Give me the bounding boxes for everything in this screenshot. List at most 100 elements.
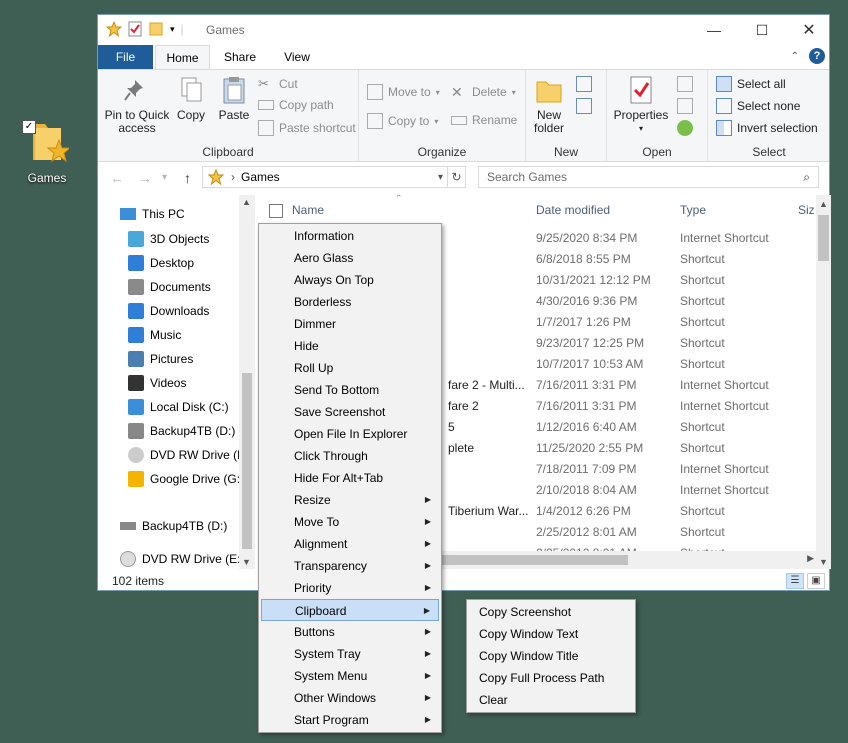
address-box[interactable]: › Games ▾ bbox=[202, 166, 448, 188]
star-icon[interactable] bbox=[106, 21, 122, 37]
paste-shortcut-button[interactable]: Paste shortcut bbox=[258, 120, 356, 136]
menu-item-buttons[interactable]: Buttons ▶ bbox=[261, 621, 439, 643]
desktop-icon-games[interactable]: ✓ Games bbox=[20, 118, 74, 185]
scroll-right-icon[interactable]: ▶ bbox=[807, 553, 814, 564]
nav-item[interactable]: Music bbox=[128, 327, 181, 343]
close-button[interactable]: ✕ bbox=[786, 15, 832, 45]
breadcrumb-games[interactable]: Games bbox=[241, 170, 280, 184]
nav-this-pc[interactable]: This PC bbox=[120, 207, 185, 221]
menu-item-start-program[interactable]: Start Program ▶ bbox=[261, 709, 439, 731]
nav-scroll-up-icon[interactable]: ▲ bbox=[242, 197, 251, 207]
menu-item-alignment[interactable]: Alignment ▶ bbox=[261, 533, 439, 555]
large-icons-view-icon[interactable]: ▣ bbox=[807, 573, 825, 589]
copy-to-button[interactable]: Copy to ▾ bbox=[367, 113, 438, 129]
menu-item-hide-for-alt-tab[interactable]: Hide For Alt+Tab bbox=[261, 467, 439, 489]
menu-item-transparency[interactable]: Transparency ▶ bbox=[261, 555, 439, 577]
nav-item[interactable]: Backup4TB (D:) bbox=[128, 423, 235, 439]
menu-item-aero-glass[interactable]: Aero Glass bbox=[261, 247, 439, 269]
nav-item[interactable]: Desktop bbox=[128, 255, 194, 271]
nav-item[interactable]: Videos bbox=[128, 375, 186, 391]
new-item-icon[interactable] bbox=[576, 76, 592, 92]
tab-file[interactable]: File bbox=[98, 45, 153, 69]
menu-item-borderless[interactable]: Borderless bbox=[261, 291, 439, 313]
nav-item[interactable]: DVD RW Drive (E bbox=[128, 447, 245, 463]
easy-access-icon[interactable] bbox=[576, 98, 592, 114]
menu-item-move-to[interactable]: Move To ▶ bbox=[261, 511, 439, 533]
column-date-modified[interactable]: Date modified bbox=[536, 203, 610, 217]
column-size[interactable]: Siz bbox=[798, 203, 815, 217]
customize-toolbar-icon[interactable]: ▾ bbox=[170, 24, 175, 35]
submenu-item-copy-full-process-path[interactable]: Copy Full Process Path bbox=[469, 667, 633, 689]
select-all-checkbox[interactable] bbox=[269, 204, 283, 218]
properties-button[interactable]: Properties ▾ bbox=[611, 74, 671, 135]
minimize-button[interactable]: — bbox=[691, 15, 737, 45]
nav-scroll-down-icon[interactable]: ▼ bbox=[242, 557, 251, 567]
delete-button[interactable]: ✕ Delete ▾ bbox=[451, 84, 516, 100]
details-view-icon[interactable]: ☰ bbox=[786, 573, 804, 589]
back-icon[interactable]: ← bbox=[110, 170, 124, 186]
menu-item-roll-up[interactable]: Roll Up bbox=[261, 357, 439, 379]
submenu-item-clear[interactable]: Clear bbox=[469, 689, 633, 711]
cut-button[interactable]: ✂ Cut bbox=[258, 76, 298, 92]
column-name[interactable]: Name bbox=[292, 203, 324, 217]
address-dropdown-icon[interactable]: ▾ bbox=[438, 172, 443, 183]
menu-item-information[interactable]: Information bbox=[261, 225, 439, 247]
file-list-scrollbar[interactable]: ▲ ▼ bbox=[816, 195, 831, 569]
menu-item-hide[interactable]: Hide bbox=[261, 335, 439, 357]
properties-check-icon[interactable] bbox=[128, 21, 142, 37]
menu-item-system-menu[interactable]: System Menu ▶ bbox=[261, 665, 439, 687]
nav-scroll-thumb[interactable] bbox=[242, 373, 252, 549]
rename-button[interactable]: Rename bbox=[451, 113, 517, 127]
copy-path-button[interactable]: Copy path bbox=[258, 98, 334, 112]
maximize-button[interactable]: ☐ bbox=[739, 15, 785, 45]
nav-item[interactable]: Google Drive (G: bbox=[128, 471, 240, 487]
menu-item-priority[interactable]: Priority ▶ bbox=[261, 577, 439, 599]
tab-share[interactable]: Share bbox=[216, 45, 264, 69]
submenu-item-copy-screenshot[interactable]: Copy Screenshot bbox=[469, 601, 633, 623]
submenu-item-copy-window-text[interactable]: Copy Window Text bbox=[469, 623, 633, 645]
nav-item[interactable]: Local Disk (C:) bbox=[128, 399, 229, 415]
nav-item[interactable]: Downloads bbox=[128, 303, 209, 319]
collapse-ribbon-icon[interactable]: ⌃ bbox=[791, 51, 799, 62]
scroll-up-icon[interactable]: ▲ bbox=[819, 199, 828, 209]
nav-item[interactable]: 3D Objects bbox=[128, 231, 209, 247]
menu-item-open-file-in-explorer[interactable]: Open File In Explorer bbox=[261, 423, 439, 445]
move-to-button[interactable]: Move to ▾ bbox=[367, 84, 440, 100]
menu-item-always-on-top[interactable]: Always On Top bbox=[261, 269, 439, 291]
column-type[interactable]: Type bbox=[680, 203, 706, 217]
nav-backup4tb[interactable]: Backup4TB (D:) bbox=[120, 519, 227, 533]
edit-icon[interactable] bbox=[677, 98, 693, 114]
menu-item-clipboard[interactable]: Clipboard ▶ bbox=[261, 599, 439, 621]
nav-dvd-drive[interactable]: DVD RW Drive (E:) bbox=[120, 551, 244, 567]
history-icon[interactable] bbox=[677, 120, 693, 136]
help-icon[interactable]: ? bbox=[809, 48, 825, 64]
menu-item-click-through[interactable]: Click Through bbox=[261, 445, 439, 467]
menu-item-resize[interactable]: Resize ▶ bbox=[261, 489, 439, 511]
properties-dropdown-icon[interactable]: ▾ bbox=[611, 122, 671, 135]
up-icon[interactable]: ↑ bbox=[184, 170, 191, 186]
paste-button[interactable]: Paste bbox=[214, 74, 254, 122]
new-folder-button[interactable]: New folder bbox=[528, 74, 570, 135]
menu-item-other-windows[interactable]: Other Windows ▶ bbox=[261, 687, 439, 709]
nav-item[interactable]: Documents bbox=[128, 279, 211, 295]
nav-item[interactable]: Pictures bbox=[128, 351, 193, 367]
nav-scrollbar[interactable]: ▲ ▼ bbox=[239, 195, 255, 569]
menu-item-dimmer[interactable]: Dimmer bbox=[261, 313, 439, 335]
copy-button[interactable]: Copy bbox=[172, 74, 210, 122]
scroll-thumb[interactable] bbox=[818, 215, 829, 261]
recent-locations-icon[interactable]: ▾ bbox=[162, 172, 167, 183]
pin-quick-access-button[interactable]: Pin to Quick access bbox=[104, 74, 170, 135]
submenu-item-copy-window-title[interactable]: Copy Window Title bbox=[469, 645, 633, 667]
tab-home[interactable]: Home bbox=[155, 45, 210, 69]
search-input[interactable]: Search Games ⌕ bbox=[478, 166, 819, 188]
select-all-button[interactable]: Select all bbox=[716, 76, 786, 92]
select-none-button[interactable]: Select none bbox=[716, 98, 800, 114]
scroll-down-icon[interactable]: ▼ bbox=[819, 557, 828, 567]
menu-item-send-to-bottom[interactable]: Send To Bottom bbox=[261, 379, 439, 401]
new-folder-icon[interactable] bbox=[148, 21, 164, 37]
tab-view[interactable]: View bbox=[274, 45, 320, 69]
forward-icon[interactable]: → bbox=[138, 170, 152, 186]
invert-selection-button[interactable]: Invert selection bbox=[716, 120, 818, 136]
menu-item-save-screenshot[interactable]: Save Screenshot bbox=[261, 401, 439, 423]
refresh-button[interactable]: ↻ bbox=[448, 166, 466, 188]
